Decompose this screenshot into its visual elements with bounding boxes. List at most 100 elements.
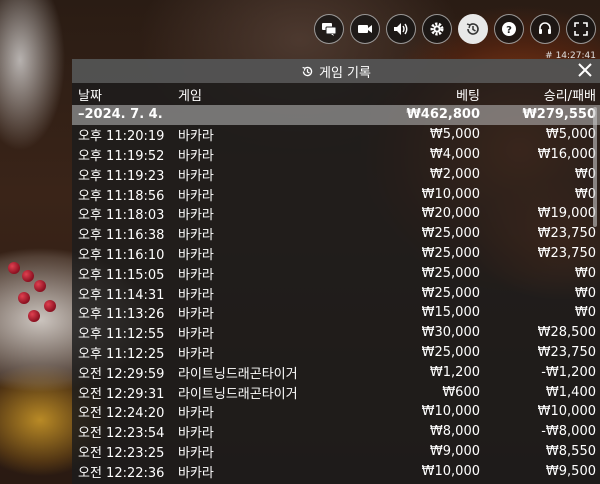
summary-bet: ₩462,800 — [406, 107, 480, 123]
table-row[interactable]: 오전 12:22:36 바카라 ₩10,000 ₩9,500 — [72, 461, 600, 481]
row-date: 오후 11:20:19 — [78, 129, 165, 145]
row-bet: ₩30,000 — [421, 325, 480, 341]
row-bet: ₩15,000 — [421, 305, 480, 321]
betting-chip — [22, 270, 34, 282]
table-row[interactable]: 오후 11:16:10 바카라 ₩25,000 ₩23,750 — [72, 244, 600, 264]
row-bet: ₩10,000 — [421, 463, 480, 479]
row-date: 오후 11:12:55 — [78, 327, 165, 343]
row-game: 바카라 — [178, 188, 214, 204]
chat-icon — [322, 23, 337, 36]
row-win: ₩16,000 — [537, 146, 596, 162]
row-date: 오후 11:18:03 — [78, 208, 165, 224]
game-history-panel: 게임 기록 날짜 게임 베팅 승리/패배 –2024. 7. 4. ₩462,8… — [72, 59, 600, 484]
row-bet: ₩25,000 — [421, 265, 480, 281]
row-date: 오후 11:18:56 — [78, 188, 165, 204]
table-row[interactable]: 오후 11:14:31 바카라 ₩25,000 ₩0 — [72, 283, 600, 303]
table-row[interactable]: 오전 12:29:59 라이트닝드래곤타이거 ₩1,200 -₩1,200 — [72, 362, 600, 382]
table-header-row: 날짜 게임 베팅 승리/패배 — [72, 83, 600, 105]
row-date: 오후 11:19:23 — [78, 168, 165, 184]
row-game: 바카라 — [178, 346, 214, 362]
history-button[interactable] — [458, 14, 488, 44]
row-bet: ₩8,000 — [429, 424, 480, 440]
betting-chip — [34, 280, 46, 292]
betting-chip — [8, 262, 20, 274]
table-row[interactable]: 오후 11:16:38 바카라 ₩25,000 ₩23,750 — [72, 224, 600, 244]
table-row[interactable]: 오후 11:15:05 바카라 ₩25,000 ₩0 — [72, 263, 600, 283]
column-header-bet[interactable]: 베팅 — [358, 85, 480, 104]
row-game: 바카라 — [178, 426, 214, 442]
betting-chip — [18, 292, 30, 304]
table-row[interactable]: 오전 12:23:25 바카라 ₩9,000 ₩8,550 — [72, 442, 600, 462]
table-row[interactable]: 오전 12:29:31 라이트닝드래곤타이거 ₩600 ₩1,400 — [72, 382, 600, 402]
history-icon — [466, 23, 479, 35]
settings-button[interactable] — [422, 14, 452, 44]
svg-text:?: ? — [506, 25, 512, 36]
row-date: 오전 12:24:20 — [78, 406, 165, 422]
row-bet: ₩4,000 — [429, 146, 480, 162]
table-row[interactable]: 오후 11:12:25 바카라 ₩25,000 ₩23,750 — [72, 343, 600, 363]
row-date: 오전 12:29:59 — [78, 366, 165, 382]
help-button[interactable]: ? — [494, 14, 524, 44]
table-row[interactable]: 오후 11:12:55 바카라 ₩30,000 ₩28,500 — [72, 323, 600, 343]
row-bet: ₩600 — [442, 384, 480, 400]
row-win: ₩10,000 — [537, 404, 596, 420]
row-win: ₩0 — [574, 305, 596, 321]
chat-button[interactable] — [314, 14, 344, 44]
date-summary-row[interactable]: –2024. 7. 4. ₩462,800 ₩279,550 — [72, 105, 600, 125]
row-bet: ₩5,000 — [429, 127, 480, 143]
row-date: 오후 11:16:38 — [78, 228, 165, 244]
panel-title: 게임 기록 — [301, 62, 371, 81]
row-win: ₩28,500 — [537, 325, 596, 341]
column-header-game[interactable]: 게임 — [178, 85, 358, 104]
summary-date: –2024. 7. 4. — [78, 107, 163, 123]
row-game: 바카라 — [178, 208, 214, 224]
sound-button[interactable] — [386, 14, 416, 44]
row-win: ₩23,750 — [537, 226, 596, 242]
panel-header: 게임 기록 — [72, 59, 600, 83]
row-game: 바카라 — [178, 228, 214, 244]
close-button[interactable] — [576, 61, 594, 79]
row-date: 오후 11:13:26 — [78, 307, 165, 323]
video-button[interactable] — [350, 14, 380, 44]
table-row[interactable]: 오후 11:18:03 바카라 ₩20,000 ₩19,000 — [72, 204, 600, 224]
table-row[interactable]: 오후 11:19:52 바카라 ₩4,000 ₩16,000 — [72, 145, 600, 165]
row-date: 오후 11:15:05 — [78, 267, 165, 283]
fullscreen-button[interactable] — [566, 14, 596, 44]
row-win: ₩0 — [574, 186, 596, 202]
row-date: 오전 12:23:25 — [78, 445, 165, 461]
table-row[interactable]: 오후 11:19:23 바카라 ₩2,000 ₩0 — [72, 164, 600, 184]
row-win: ₩1,400 — [545, 384, 596, 400]
row-win: ₩8,550 — [545, 443, 596, 459]
row-game: 라이트닝드래곤타이거 — [178, 366, 298, 382]
row-bet: ₩10,000 — [421, 404, 480, 420]
row-win: ₩0 — [574, 285, 596, 301]
row-win: ₩9,500 — [545, 463, 596, 479]
table-row[interactable]: 오전 12:23:54 바카라 ₩8,000 -₩8,000 — [72, 422, 600, 442]
column-header-date[interactable]: 날짜 — [78, 85, 178, 104]
row-date: 오후 11:19:52 — [78, 148, 165, 164]
top-toolbar: ? — [314, 14, 596, 44]
settings-icon — [430, 22, 444, 36]
scrollbar[interactable] — [593, 107, 597, 227]
row-win: ₩23,750 — [537, 344, 596, 360]
row-bet: ₩25,000 — [421, 245, 480, 261]
row-win: ₩19,000 — [537, 206, 596, 222]
row-game: 라이트닝드래곤타이거 — [178, 386, 298, 402]
table-row[interactable]: 오후 11:20:19 바카라 ₩5,000 ₩5,000 — [72, 125, 600, 145]
row-game: 바카라 — [178, 267, 214, 283]
volume-icon — [394, 23, 408, 35]
close-icon — [578, 63, 592, 77]
row-win: -₩1,200 — [541, 364, 596, 380]
table-row[interactable]: 오전 12:24:20 바카라 ₩10,000 ₩10,000 — [72, 402, 600, 422]
table-row[interactable]: 오후 11:18:56 바카라 ₩10,000 ₩0 — [72, 184, 600, 204]
row-game: 바카라 — [178, 287, 214, 303]
panel-title-text: 게임 기록 — [319, 65, 371, 81]
row-bet: ₩1,200 — [429, 364, 480, 380]
row-game: 바카라 — [178, 247, 214, 263]
column-header-win[interactable]: 승리/패배 — [480, 85, 596, 104]
lobby-button[interactable] — [530, 14, 560, 44]
row-win: -₩8,000 — [541, 424, 596, 440]
row-date: 오후 11:12:25 — [78, 346, 165, 362]
table-row[interactable]: 오후 11:13:26 바카라 ₩15,000 ₩0 — [72, 303, 600, 323]
row-bet: ₩2,000 — [429, 166, 480, 182]
